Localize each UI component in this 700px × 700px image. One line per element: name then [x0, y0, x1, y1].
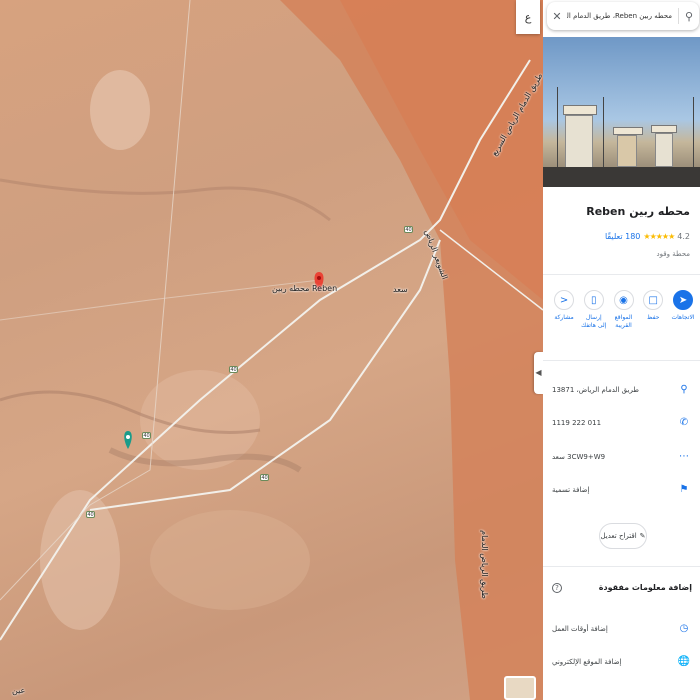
plus-code-row[interactable]: ⋯ 3CW9+W9 سعد [552, 451, 692, 462]
share-icon: < [554, 290, 574, 310]
chevron-left-icon[interactable]: ◀ [534, 352, 543, 394]
bottom-left-label: عين [12, 686, 26, 695]
send-to-phone-icon: ▯ [583, 290, 604, 310]
star-rating-icon: ★★★★★ [643, 232, 675, 241]
add-label-row[interactable]: ⚑ إضافة تسمية [552, 484, 692, 495]
search-box[interactable]: ⚲ محطه ربين Reben، طريق الدمام الرياض ✕ [547, 2, 699, 30]
divider [543, 360, 700, 361]
pencil-icon: ✎ [639, 532, 646, 540]
poi-marker-icon[interactable] [124, 431, 132, 449]
missing-info-header: إضافة معلومات مفقودة ? [552, 583, 692, 593]
action-bar: ➤ الاتجاهات □ حفظ ◉ المواقع القريبة ▯ إر… [551, 290, 696, 330]
label-icon: ⚑ [679, 484, 689, 495]
share-button[interactable]: < مشاركة [551, 290, 577, 330]
directions-label: الاتجاهات [671, 314, 695, 321]
map-terrain [0, 0, 543, 700]
place-map-label[interactable]: محطه ربين Reben [272, 284, 337, 293]
add-hours-row[interactable]: ◷ إضافة أوقات العمل [552, 623, 692, 634]
clock-icon: ◷ [679, 623, 689, 634]
road-shield: 40 [260, 474, 269, 481]
road-shield: 40 [229, 366, 238, 373]
place-photo[interactable] [543, 37, 700, 187]
place-panel: ⚲ محطه ربين Reben، طريق الدمام الرياض ✕ … [543, 0, 700, 700]
add-hours-text: إضافة أوقات العمل [552, 624, 608, 633]
plus-code-icon: ⋯ [679, 451, 689, 462]
map-canvas[interactable]: محطه ربين Reben طريق الدمام الرياض السري… [0, 0, 543, 700]
search-input[interactable]: محطه ربين Reben، طريق الدمام الرياض [567, 12, 678, 20]
road-label-southeast: طريق الرياض الدمام [479, 530, 489, 599]
add-label-text: إضافة تسمية [552, 485, 590, 494]
app-root: محطه ربين Reben طريق الدمام الرياض السري… [0, 0, 700, 700]
add-website-text: إضافة الموقع الإلكتروني [552, 657, 622, 666]
search-divider [678, 8, 679, 24]
road-shield: 40 [142, 432, 151, 439]
nearby-button[interactable]: ◉ المواقع القريبة [611, 290, 637, 330]
directions-button[interactable]: ➤ الاتجاهات [670, 290, 696, 330]
send-to-phone-label: إرسال إلى هاتفك [581, 314, 607, 329]
missing-info-title: إضافة معلومات مفقودة [598, 583, 692, 592]
rating-value: 4.2 [677, 232, 690, 241]
phone-row[interactable]: ✆ 011 222 1119 [552, 417, 692, 428]
place-title: محطه ربين Reben [586, 205, 690, 218]
divider [543, 274, 700, 275]
directions-icon: ➤ [673, 290, 693, 310]
search-icon[interactable]: ⚲ [679, 10, 699, 23]
phone-text: 011 222 1119 [552, 418, 602, 427]
share-label: مشاركة [554, 314, 574, 321]
layers-toggle[interactable] [504, 676, 536, 700]
place-category[interactable]: محطة وقود [657, 250, 690, 258]
nearby-label: المواقع القريبة [614, 314, 633, 329]
bookmark-icon: □ [643, 290, 664, 310]
close-icon[interactable]: ✕ [547, 10, 567, 23]
road-shield: 40 [86, 511, 95, 518]
language-button[interactable]: ع [516, 0, 540, 34]
address-text: طريق الدمام الرياض، 13871 [552, 385, 639, 394]
nearby-icon: ◉ [613, 290, 634, 310]
road-shield: 40 [404, 226, 413, 233]
reviews-link[interactable]: 180 تعليقًا [605, 232, 640, 241]
save-button[interactable]: □ حفظ [640, 290, 666, 330]
save-label: حفظ [647, 314, 660, 321]
suggest-edit-button[interactable]: ✎ اقتراح تعديل [599, 523, 647, 549]
rating-row: 4.2 ★★★★★ 180 تعليقًا [605, 232, 690, 241]
location-pin-icon: ⚲ [680, 384, 688, 395]
send-to-phone-button[interactable]: ▯ إرسال إلى هاتفك [581, 290, 607, 330]
globe-icon: 🌐 [677, 656, 691, 667]
phone-icon: ✆ [679, 417, 689, 428]
suggest-edit-label: اقتراح تعديل [600, 532, 637, 540]
address-row[interactable]: ⚲ طريق الدمام الرياض، 13871 [552, 384, 692, 395]
add-website-row[interactable]: 🌐 إضافة الموقع الإلكتروني [552, 656, 692, 667]
plus-code-text: 3CW9+W9 سعد [552, 452, 606, 461]
settlement-label: سعد [393, 285, 408, 294]
divider [543, 566, 700, 567]
help-icon[interactable]: ? [552, 583, 562, 593]
